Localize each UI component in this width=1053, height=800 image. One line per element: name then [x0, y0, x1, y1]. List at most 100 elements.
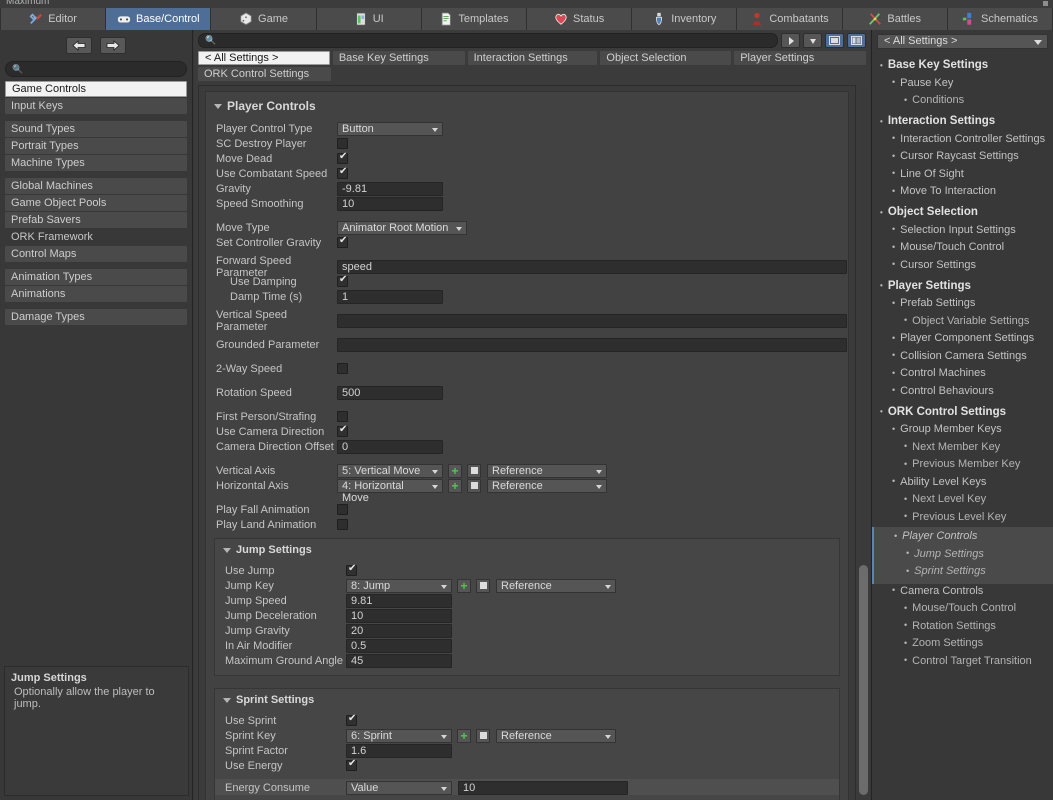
add-icon-button[interactable]: + [457, 578, 471, 593]
tree-item-control-behaviours[interactable]: • Control Behaviours [872, 384, 1053, 398]
input-vertical-speed-parameter[interactable] [337, 313, 847, 328]
tree-item-cursor-raycast-settings[interactable]: • Cursor Raycast Settings [872, 149, 1053, 163]
dropdown-icon-button[interactable] [803, 33, 822, 48]
input-forward-speed-parameter[interactable]: speed [337, 259, 847, 274]
checkbox-use-combatant-speed[interactable] [337, 166, 348, 179]
main-tab-combatants[interactable]: Combatants [737, 8, 843, 30]
tree-item-selection-input-settings[interactable]: • Selection Input Settings [872, 223, 1053, 237]
energy-consume-value[interactable]: 10 [458, 781, 628, 795]
main-tab-ui[interactable]: UI [316, 8, 422, 30]
tree-item-line-of-sight[interactable]: • Line Of Sight [872, 167, 1053, 181]
main-tab-inventory[interactable]: Inventory [632, 8, 738, 30]
input-gravity[interactable]: -9.81 [337, 181, 443, 196]
collapse-caret-icon[interactable] [223, 547, 231, 553]
tree-item-pause-key[interactable]: • Pause Key [872, 76, 1053, 90]
dropdown-reference-jump-key[interactable]: Reference [496, 578, 616, 593]
sidebar-item-input-keys[interactable]: Input Keys [5, 98, 187, 114]
tree-item-collision-camera-settings[interactable]: • Collision Camera Settings [872, 349, 1053, 363]
breadcrumb-ork-control-settings[interactable]: ORK Control Settings [198, 67, 331, 81]
select-icon-button[interactable] [467, 478, 481, 493]
tree-item-base-key-settings[interactable]: • Base Key Settings [872, 58, 1053, 72]
breadcrumb-base-key-settings[interactable]: Base Key Settings [332, 51, 465, 65]
checkbox-use-energy[interactable] [346, 758, 357, 771]
sidebar-item-game-controls[interactable]: Game Controls [5, 81, 187, 97]
add-icon-button[interactable]: + [448, 463, 462, 478]
tree-item-object-selection[interactable]: • Object Selection [872, 205, 1053, 219]
checkbox-move-dead[interactable] [337, 151, 348, 164]
one-column-layout-button[interactable] [825, 33, 844, 48]
play-icon-button[interactable] [781, 33, 800, 48]
dropdown-reference-sprint-key[interactable]: Reference [496, 728, 616, 743]
dropdown-move-type[interactable]: Animator Root Motion [337, 220, 467, 235]
scrollbar-thumb[interactable] [859, 565, 868, 795]
tree-item-move-to-interaction[interactable]: • Move To Interaction [872, 184, 1053, 198]
main-tab-game[interactable]: Game [211, 8, 317, 30]
breadcrumb--all-settings-[interactable]: < All Settings > [198, 51, 330, 65]
dropdown-horizontal-axis[interactable]: 4: Horizontal Move [337, 478, 443, 504]
add-icon-button[interactable]: + [457, 728, 471, 743]
main-tab-schematics[interactable]: Schematics [947, 8, 1053, 30]
sidebar-item-prefab-savers[interactable]: Prefab Savers [5, 212, 187, 228]
tree-item-player-controls[interactable]: • Player Controls [874, 529, 1053, 543]
input-rotation-speed[interactable]: 500 [337, 385, 443, 400]
tree-item-player-component-settings[interactable]: • Player Component Settings [872, 331, 1053, 345]
player-controls-header[interactable]: Player Controls [206, 97, 848, 121]
dropdown-vertical-axis[interactable]: 5: Vertical Move [337, 463, 443, 478]
tree-item-player-settings[interactable]: • Player Settings [872, 279, 1053, 293]
main-tab-base-control[interactable]: Base/Control [106, 8, 212, 30]
dropdown-player-control-type[interactable]: Button [337, 121, 443, 136]
tree-item-previous-level-key[interactable]: • Previous Level Key [872, 510, 1053, 524]
tree-item-zoom-settings[interactable]: • Zoom Settings [872, 636, 1053, 650]
tree-item-next-member-key[interactable]: • Next Member Key [872, 440, 1053, 454]
checkbox-play-fall-animation[interactable] [337, 504, 348, 515]
breadcrumb-interaction-settings[interactable]: Interaction Settings [467, 51, 598, 65]
checkbox-set-controller-gravity[interactable] [337, 235, 348, 248]
dropdown-reference-vertical-axis[interactable]: Reference [487, 463, 607, 478]
checkbox-2-way-speed[interactable] [337, 363, 348, 374]
checkbox-first-person-strafing[interactable] [337, 411, 348, 422]
add-icon-button[interactable]: + [448, 478, 462, 493]
tree-item-rotation-settings[interactable]: • Rotation Settings [872, 619, 1053, 633]
tree-item-ability-level-keys[interactable]: • Ability Level Keys [872, 475, 1053, 489]
sidebar-item-sound-types[interactable]: Sound Types [5, 121, 187, 137]
tree-item-cursor-settings[interactable]: • Cursor Settings [872, 258, 1053, 272]
tree-item-jump-settings[interactable]: • Jump Settings [874, 547, 1053, 561]
tree-item-interaction-settings[interactable]: • Interaction Settings [872, 114, 1053, 128]
tree-item-control-target-transition[interactable]: • Control Target Transition [872, 654, 1053, 668]
input-jump-gravity[interactable]: 20 [346, 623, 452, 638]
tree-item-group-member-keys[interactable]: • Group Member Keys [872, 422, 1053, 436]
back-button[interactable] [66, 36, 92, 54]
checkbox-sc-destroy-player[interactable] [337, 138, 348, 149]
energy-consume-type-dropdown[interactable]: Value [346, 781, 452, 795]
window-control-icon[interactable] [1043, 1, 1048, 6]
input-speed-smoothing[interactable]: 10 [337, 196, 443, 211]
tree-item-conditions[interactable]: • Conditions [872, 93, 1053, 107]
dropdown-reference-horizontal-axis[interactable]: Reference [487, 478, 607, 493]
sidebar-item-animations[interactable]: Animations [5, 286, 187, 302]
input-sprint-factor[interactable]: 1.6 [346, 743, 452, 758]
sidebar-item-machine-types[interactable]: Machine Types [5, 155, 187, 171]
breadcrumb-player-settings[interactable]: Player Settings [734, 51, 867, 65]
tree-item-ork-control-settings[interactable]: • ORK Control Settings [872, 405, 1053, 419]
tree-item-sprint-settings[interactable]: • Sprint Settings [874, 564, 1053, 578]
checkbox-use-sprint[interactable] [346, 713, 357, 726]
main-tab-editor[interactable]: Editor [0, 8, 107, 30]
main-tab-battles[interactable]: Battles [842, 8, 948, 30]
input-jump-deceleration[interactable]: 10 [346, 608, 452, 623]
tree-item-object-variable-settings[interactable]: • Object Variable Settings [872, 314, 1053, 328]
sidebar-item-damage-types[interactable]: Damage Types [5, 309, 187, 325]
checkbox-play-land-animation[interactable] [337, 519, 348, 530]
input-maximum-ground-angle[interactable]: 45 [346, 653, 452, 668]
input-damp-time-s[interactable]: 1 [337, 289, 443, 304]
sidebar-item-animation-types[interactable]: Animation Types [5, 269, 187, 285]
collapse-caret-icon[interactable] [214, 103, 222, 109]
forward-button[interactable] [100, 36, 126, 54]
center-search-input[interactable]: 🔍 [198, 33, 778, 48]
settings-filter-dropdown[interactable]: < All Settings > [877, 34, 1048, 49]
tree-item-control-machines[interactable]: • Control Machines [872, 366, 1053, 380]
checkbox-use-camera-direction[interactable] [337, 424, 348, 437]
tree-item-next-level-key[interactable]: • Next Level Key [872, 492, 1053, 506]
select-icon-button[interactable] [476, 728, 490, 743]
sidebar-item-game-object-pools[interactable]: Game Object Pools [5, 195, 187, 211]
main-tab-templates[interactable]: Templates [421, 8, 528, 30]
